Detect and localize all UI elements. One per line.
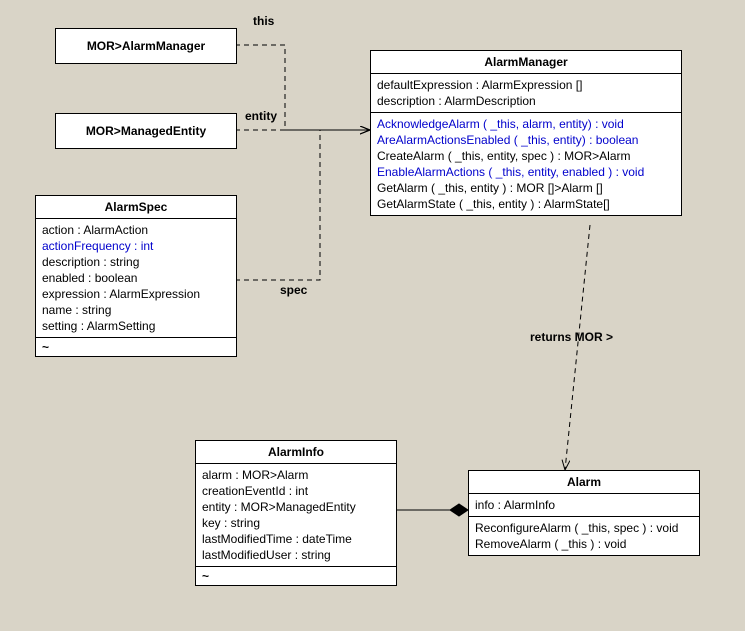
member-row: action : AlarmAction	[42, 222, 230, 238]
member-row: GetAlarmState ( _this, entity ) : AlarmS…	[377, 196, 675, 212]
attributes: action : AlarmActionactionFrequency : in…	[36, 219, 236, 338]
member-row: RemoveAlarm ( _this ) : void	[475, 536, 693, 552]
member-row: entity : MOR>ManagedEntity	[202, 499, 390, 515]
class-title: MOR>AlarmManager	[56, 29, 236, 63]
operations: ReconfigureAlarm ( _this, spec ) : voidR…	[469, 517, 699, 555]
member-row: defaultExpression : AlarmExpression []	[377, 77, 675, 93]
member-row: name : string	[42, 302, 230, 318]
class-mor-managed-entity: MOR>ManagedEntity	[55, 113, 237, 149]
member-row: expression : AlarmExpression	[42, 286, 230, 302]
etc-indicator: ~	[196, 567, 396, 585]
edge-label-returns-mor: returns MOR >	[530, 330, 613, 344]
member-row: AreAlarmActionsEnabled ( _this, entity) …	[377, 132, 675, 148]
etc-indicator: ~	[36, 338, 236, 356]
edge-label-entity: entity	[245, 109, 277, 123]
member-row: lastModifiedTime : dateTime	[202, 531, 390, 547]
class-alarm: Alarm info : AlarmInfo ReconfigureAlarm …	[468, 470, 700, 556]
member-row: enabled : boolean	[42, 270, 230, 286]
member-row: actionFrequency : int	[42, 238, 230, 254]
attributes: info : AlarmInfo	[469, 494, 699, 517]
class-title: AlarmSpec	[36, 196, 236, 219]
attributes: defaultExpression : AlarmExpression []de…	[371, 74, 681, 113]
edge-label-this: this	[253, 14, 274, 28]
operations: AcknowledgeAlarm ( _this, alarm, entity)…	[371, 113, 681, 215]
member-row: key : string	[202, 515, 390, 531]
class-title: AlarmInfo	[196, 441, 396, 464]
member-row: alarm : MOR>Alarm	[202, 467, 390, 483]
member-row: EnableAlarmActions ( _this, entity, enab…	[377, 164, 675, 180]
class-title: AlarmManager	[371, 51, 681, 74]
member-row: lastModifiedUser : string	[202, 547, 390, 563]
attributes: alarm : MOR>AlarmcreationEventId : inten…	[196, 464, 396, 567]
member-row: creationEventId : int	[202, 483, 390, 499]
class-alarm-manager: AlarmManager defaultExpression : AlarmEx…	[370, 50, 682, 216]
member-row: description : AlarmDescription	[377, 93, 675, 109]
member-row: setting : AlarmSetting	[42, 318, 230, 334]
member-row: ReconfigureAlarm ( _this, spec ) : void	[475, 520, 693, 536]
member-row: GetAlarm ( _this, entity ) : MOR []>Alar…	[377, 180, 675, 196]
class-mor-alarm-manager: MOR>AlarmManager	[55, 28, 237, 64]
member-row: AcknowledgeAlarm ( _this, alarm, entity)…	[377, 116, 675, 132]
class-title: MOR>ManagedEntity	[56, 114, 236, 148]
member-row: CreateAlarm ( _this, entity, spec ) : MO…	[377, 148, 675, 164]
member-row: info : AlarmInfo	[475, 497, 693, 513]
class-alarm-spec: AlarmSpec action : AlarmActionactionFreq…	[35, 195, 237, 357]
class-alarm-info: AlarmInfo alarm : MOR>AlarmcreationEvent…	[195, 440, 397, 586]
edge-label-spec: spec	[280, 283, 307, 297]
class-title: Alarm	[469, 471, 699, 494]
member-row: description : string	[42, 254, 230, 270]
uml-canvas: this entity spec returns MOR > MOR>Alarm…	[0, 0, 745, 631]
